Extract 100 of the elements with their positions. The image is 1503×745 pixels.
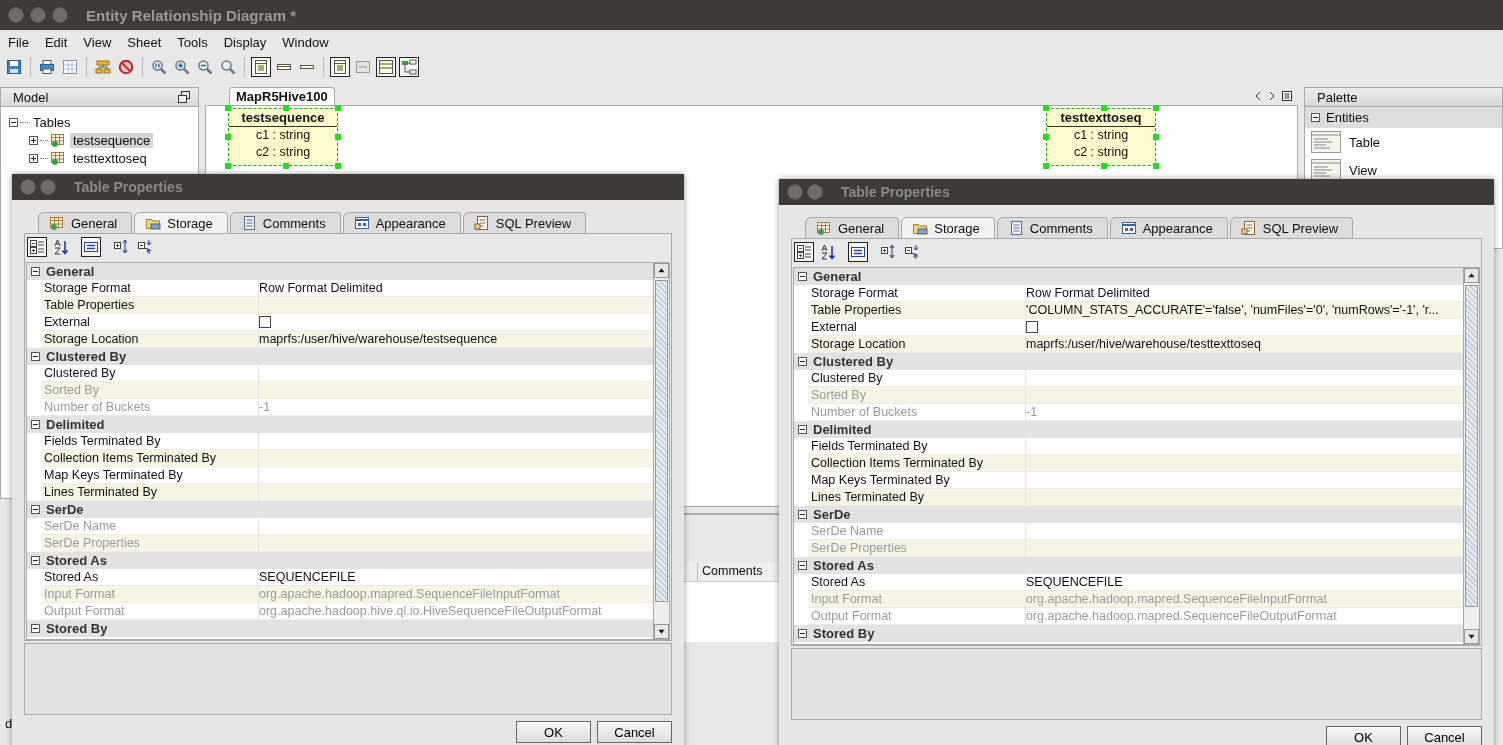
collapse-icon[interactable] [798, 561, 807, 570]
property-value[interactable]: SEQUENCEFILE [1026, 574, 1123, 590]
toolbar-button[interactable] [376, 57, 396, 77]
arrow-right-icon[interactable] [1268, 91, 1276, 101]
restore-icon[interactable] [178, 91, 190, 103]
resize-handle[interactable] [335, 163, 341, 169]
scrollbar[interactable] [1463, 268, 1479, 644]
resize-handle[interactable] [1153, 105, 1159, 111]
resize-handle[interactable] [335, 134, 341, 141]
entity-box[interactable]: testtexttoseq c1 : string c2 : string [1046, 108, 1156, 166]
menu-item[interactable]: Display [217, 34, 273, 51]
tab[interactable]: Storage [901, 217, 995, 238]
resize-handle[interactable] [225, 105, 231, 111]
property-value[interactable]: Row Format Delimited [259, 280, 383, 296]
collapse-icon[interactable] [798, 425, 807, 434]
expand-icon[interactable] [29, 153, 38, 163]
tab[interactable]: SQL Preview [1229, 217, 1354, 238]
expand-icon[interactable] [29, 135, 38, 145]
property-value[interactable]: 'COLUMN_STATS_ACCURATE'='false', 'numFiles'='0', 'numRows'='-1', 'r... [1026, 302, 1439, 318]
arrow-left-icon[interactable] [1254, 91, 1262, 101]
toolbar-button[interactable] [27, 237, 47, 257]
property-value[interactable]: SEQUENCEFILE [259, 569, 356, 585]
toolbar-button[interactable] [399, 57, 419, 77]
tree-item[interactable]: testtexttoseq [70, 150, 150, 166]
collapse-icon[interactable] [31, 505, 40, 514]
ok-button[interactable]: OK [1326, 726, 1401, 745]
toolbar-button[interactable] [4, 57, 24, 77]
tree-item[interactable]: Tables [30, 114, 74, 130]
toolbar-button[interactable] [794, 242, 814, 262]
collapse-icon[interactable] [31, 352, 40, 361]
cancel-button[interactable]: Cancel [1407, 726, 1482, 745]
collapse-icon[interactable] [31, 420, 40, 429]
menu-item[interactable]: File [2, 34, 35, 51]
toolbar-button[interactable] [848, 242, 868, 262]
column-header[interactable]: Comments [697, 563, 767, 581]
property-name: Storage Location [808, 336, 1026, 352]
tab[interactable]: Appearance [342, 212, 461, 233]
property-name: Stored As [808, 574, 1026, 590]
collapse-icon[interactable] [798, 510, 807, 519]
tab[interactable]: General [805, 217, 900, 238]
menu-item[interactable]: Edit [38, 34, 74, 51]
tab[interactable]: Comments [229, 212, 341, 233]
toolbar-button[interactable] [330, 57, 350, 77]
collapse-icon[interactable] [31, 267, 40, 276]
checkbox[interactable] [1026, 321, 1038, 333]
menu-item[interactable]: Window [276, 34, 335, 51]
cancel-button[interactable]: Cancel [597, 721, 672, 743]
toolbar-button[interactable] [251, 57, 271, 77]
property-value[interactable]: maprfs:/user/hive/warehouse/testtexttoseq [1026, 336, 1261, 352]
scroll-up-icon[interactable] [654, 263, 669, 278]
tab[interactable]: Comments [996, 217, 1108, 238]
entity-box[interactable]: testsequence c1 : string c2 : string [228, 108, 338, 166]
window-icon [378, 59, 394, 75]
menu-item[interactable]: Tools [171, 34, 214, 51]
collapse-icon[interactable] [31, 624, 40, 633]
collapse-icon[interactable] [31, 556, 40, 565]
palette-item[interactable]: View [1349, 162, 1377, 178]
tab[interactable]: Storage [134, 212, 228, 233]
tab[interactable]: Appearance [1109, 217, 1228, 238]
palette-group[interactable]: Entities [1305, 107, 1502, 128]
collapse-icon[interactable] [1311, 113, 1320, 122]
resize-handle[interactable] [1101, 105, 1107, 111]
collapse-icon[interactable] [798, 272, 807, 281]
toolbar-button[interactable] [81, 237, 101, 257]
list-icon[interactable] [1282, 91, 1292, 101]
tree-item[interactable]: testsequence [70, 132, 154, 148]
resize-handle[interactable] [1043, 163, 1049, 169]
toolbar-button[interactable] [37, 57, 57, 77]
resize-handle[interactable] [1153, 163, 1159, 169]
resize-handle[interactable] [1101, 163, 1107, 169]
zoom-fit-icon [151, 59, 167, 75]
section-title: General [813, 269, 862, 284]
property-value[interactable]: maprfs:/user/hive/warehouse/testsequence [259, 331, 498, 347]
scrollbar[interactable] [653, 263, 669, 639]
tab[interactable]: General [38, 212, 133, 233]
toolbar-button[interactable] [818, 242, 838, 262]
resize-handle[interactable] [1043, 134, 1049, 141]
resize-handle[interactable] [1043, 105, 1049, 111]
resize-handle[interactable] [283, 163, 289, 169]
toolbar-button[interactable] [51, 237, 71, 257]
menu-item[interactable]: Sheet [121, 34, 168, 51]
scroll-up-icon[interactable] [1464, 268, 1479, 283]
resize-handle[interactable] [225, 134, 231, 141]
diagram-tab[interactable]: MapR5Hive100 [229, 87, 335, 105]
collapse-icon[interactable] [9, 117, 18, 127]
property-value[interactable]: Row Format Delimited [1026, 285, 1150, 301]
ok-button[interactable]: OK [516, 721, 591, 743]
tab[interactable]: SQL Preview [462, 212, 587, 233]
collapse-icon[interactable] [798, 629, 807, 638]
resize-handle[interactable] [1153, 134, 1159, 141]
window-title: Entity Relationship Diagram * [86, 6, 297, 24]
resize-handle[interactable] [225, 163, 231, 169]
palette-item[interactable]: Table [1349, 134, 1381, 150]
scroll-down-icon[interactable] [654, 624, 669, 639]
scroll-down-icon[interactable] [1464, 629, 1479, 644]
checkbox[interactable] [259, 316, 271, 328]
collapse-icon[interactable] [798, 357, 807, 366]
resize-handle[interactable] [283, 105, 289, 111]
resize-handle[interactable] [335, 105, 341, 111]
menu-item[interactable]: View [77, 34, 118, 51]
